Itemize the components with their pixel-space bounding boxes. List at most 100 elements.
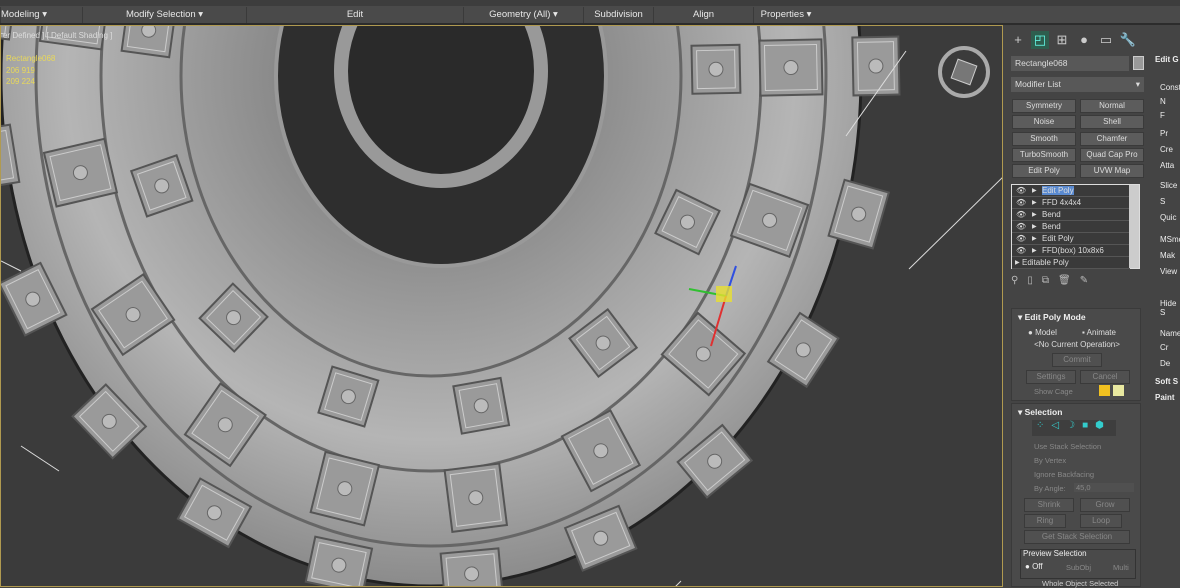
edge-icon[interactable]: ◁ (1051, 420, 1066, 431)
eye-icon[interactable]: 👁 (1016, 209, 1026, 221)
settings-button[interactable]: Settings (1026, 370, 1076, 384)
right-rollout-item[interactable]: F (1160, 111, 1165, 120)
ribbon-subdivision[interactable]: Subdivision (583, 7, 653, 23)
right-rollout-item[interactable]: Paint (1155, 393, 1175, 402)
modifier-list-dropdown[interactable]: Modifier List ▾ (1011, 77, 1144, 92)
ribbon-modify-selection[interactable]: Modify Selection ▾ (82, 7, 246, 23)
expand-arrow-icon[interactable]: ▶ (1032, 221, 1037, 233)
right-rollout-item[interactable]: Const (1160, 83, 1180, 92)
right-rollout-item[interactable]: De (1160, 359, 1170, 368)
modifier-button[interactable]: Edit Poly (1012, 164, 1076, 179)
motion-icon[interactable]: ● (1075, 31, 1093, 49)
right-rollout-item[interactable]: Edit G (1155, 55, 1179, 64)
modifier-stack[interactable]: 👁 ▶ Edit Poly 👁 ▶ FFD 4x4x4 👁 ▶ Bend 👁 ▶ Bend 👁 ▶ Edit… (1011, 184, 1140, 269)
loop-button[interactable]: Loop (1080, 514, 1122, 528)
angle-spinner[interactable]: 45,0 (1074, 483, 1134, 492)
rollout-title[interactable]: ▾ Edit Poly Mode (1012, 309, 1140, 326)
ribbon-geometry[interactable]: Geometry (All) ▾ (463, 7, 583, 23)
viewport[interactable]: er Defined ] [ Default Shading ] Rectang… (0, 25, 1003, 587)
by-angle-checkbox[interactable]: By Angle: (1034, 484, 1066, 493)
right-rollout-item[interactable]: Atta (1160, 161, 1174, 170)
right-rollout-item[interactable]: Cr (1160, 343, 1168, 352)
model-radio[interactable]: ● Model (1028, 328, 1057, 337)
right-rollout-item[interactable]: View (1160, 267, 1177, 276)
stack-scrollbar[interactable] (1129, 185, 1139, 268)
border-icon[interactable]: ☽ (1066, 420, 1082, 431)
stack-item[interactable]: 👁 ▶ Bend (1012, 209, 1130, 221)
element-icon[interactable]: ⬢ (1095, 420, 1111, 431)
rollout-title[interactable]: ▾ Selection (1012, 404, 1140, 421)
by-vertex-checkbox[interactable]: By Vertex (1034, 456, 1066, 465)
viewport-label[interactable]: er Defined ] [ Default Shading ] (3, 31, 112, 40)
right-rollout-item[interactable]: Quic (1160, 213, 1176, 222)
eye-icon[interactable]: 👁 (1016, 185, 1026, 197)
configure-icon[interactable]: ✎ (1080, 275, 1097, 286)
expand-arrow-icon[interactable]: ▶ (1032, 197, 1037, 209)
grow-button[interactable]: Grow (1080, 498, 1130, 512)
right-rollout-item[interactable]: Hide S (1160, 299, 1180, 317)
ribbon-align[interactable]: Align (653, 7, 753, 23)
transform-gizmo-icon[interactable] (681, 261, 751, 351)
eye-icon[interactable]: 👁 (1016, 245, 1026, 257)
display-icon[interactable]: ▭ (1097, 31, 1115, 49)
right-rollout-item[interactable]: Name (1160, 329, 1180, 338)
subobj-radio[interactable]: SubObj (1066, 563, 1091, 572)
right-rollout-item[interactable]: Mak (1160, 251, 1175, 260)
commit-button[interactable]: Commit (1052, 353, 1102, 367)
create-icon[interactable]: + (1009, 31, 1027, 49)
polygon-icon[interactable]: ■ (1082, 420, 1095, 431)
show-cage-checkbox[interactable]: Show Cage (1034, 387, 1073, 396)
expand-arrow-icon[interactable]: ▶ (1032, 245, 1037, 257)
multi-radio[interactable]: Multi (1113, 563, 1129, 572)
modifier-button[interactable]: Chamfer (1080, 131, 1144, 146)
ribbon-properties[interactable]: Properties ▾ (753, 7, 818, 23)
modifier-button[interactable]: Shell (1080, 115, 1144, 130)
stack-item[interactable]: 👁 ▶ FFD 4x4x4 (1012, 197, 1130, 209)
ignore-backfacing-checkbox[interactable]: Ignore Backfacing (1034, 470, 1094, 479)
hierarchy-icon[interactable]: ⊞ (1053, 31, 1071, 49)
modifier-button[interactable]: TurboSmooth (1012, 147, 1076, 162)
viewcube-icon[interactable] (936, 44, 992, 100)
right-rollout-item[interactable]: Pr (1160, 129, 1168, 138)
modifier-button[interactable]: UVW Map (1080, 164, 1144, 179)
get-stack-selection-button[interactable]: Get Stack Selection (1024, 530, 1130, 544)
ribbon-edit[interactable]: Edit (246, 7, 463, 23)
make-unique-icon[interactable]: ⧉ (1042, 275, 1058, 286)
eye-icon[interactable]: 👁 (1016, 233, 1026, 245)
cancel-button[interactable]: Cancel (1080, 370, 1130, 384)
object-name-field[interactable]: Rectangle068 (1011, 56, 1129, 71)
ring-button[interactable]: Ring (1024, 514, 1066, 528)
right-rollout-item[interactable]: Slice (1160, 181, 1177, 190)
modifier-button[interactable]: Normal (1080, 99, 1144, 113)
off-radio[interactable]: ● Off (1025, 562, 1043, 571)
stack-item[interactable]: 👁 ▶ Bend (1012, 221, 1130, 233)
cage-color-swatch[interactable] (1099, 385, 1110, 396)
modifier-button[interactable]: Smooth (1012, 131, 1076, 146)
stack-item[interactable]: 👁 ▶ Edit Poly (1012, 185, 1130, 197)
use-stack-selection-checkbox[interactable]: Use Stack Selection (1034, 442, 1101, 451)
shrink-button[interactable]: Shrink (1024, 498, 1074, 512)
stack-item[interactable]: 👁 ▶ FFD(box) 10x8x6 (1012, 245, 1130, 257)
utilities-icon[interactable]: 🔧 (1119, 31, 1137, 49)
right-rollout-item[interactable]: Cre (1160, 145, 1173, 154)
modifier-button[interactable]: Quad Cap Pro (1080, 147, 1144, 162)
eye-icon[interactable]: 👁 (1016, 197, 1026, 209)
cage-color-swatch[interactable] (1113, 385, 1124, 396)
right-rollout-item[interactable]: N (1160, 97, 1166, 106)
right-rollout-item[interactable]: Soft S (1155, 377, 1178, 386)
right-rollout-item[interactable]: S (1160, 197, 1165, 206)
stack-item[interactable]: ▶ Editable Poly (1012, 257, 1130, 269)
expand-arrow-icon[interactable]: ▶ (1032, 185, 1037, 197)
expand-arrow-icon[interactable]: ▶ (1032, 209, 1037, 221)
ribbon-modeling[interactable]: Modeling ▾ (0, 7, 60, 23)
eye-icon[interactable]: 👁 (1016, 221, 1026, 233)
pin-stack-icon[interactable]: ⚲ (1011, 275, 1027, 286)
modify-icon[interactable]: ◰ (1031, 31, 1049, 49)
object-color-swatch[interactable] (1133, 56, 1144, 70)
remove-modifier-icon[interactable]: 🗑 (1058, 275, 1080, 286)
right-rollout-item[interactable]: MSmo (1160, 235, 1180, 244)
expand-arrow-icon[interactable]: ▶ (1015, 257, 1020, 269)
show-end-result-icon[interactable]: ▯ (1027, 275, 1042, 286)
vertex-icon[interactable]: ⁘ (1036, 420, 1051, 431)
modifier-button[interactable]: Noise (1012, 115, 1076, 130)
